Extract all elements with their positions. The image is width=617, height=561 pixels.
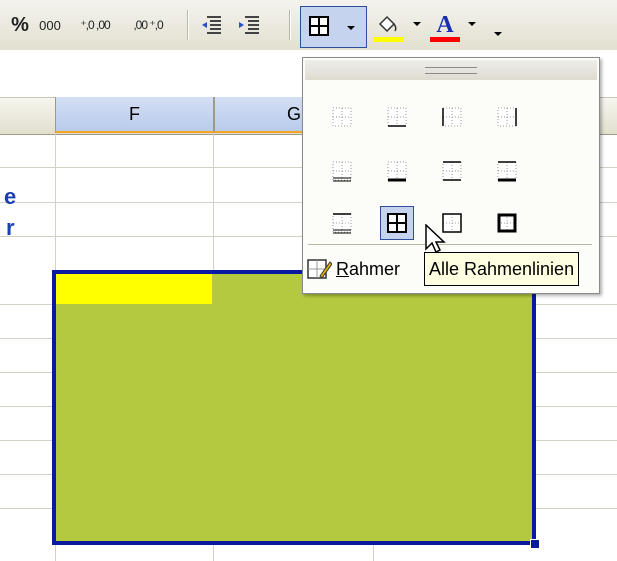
draw-borders-icon: [307, 259, 332, 279]
font-color-swatch: [430, 37, 460, 42]
thick-box-border-icon: [497, 213, 517, 233]
chevron-down-icon[interactable]: [468, 22, 476, 26]
toolbar-options-button[interactable]: [486, 11, 510, 39]
right-border-icon: [497, 107, 517, 127]
fill-color-button[interactable]: [371, 11, 405, 39]
mouse-cursor-icon: [425, 224, 446, 254]
borders-button[interactable]: [300, 6, 367, 48]
percent-style-button[interactable]: %: [8, 11, 32, 39]
top-thick-bottom-border-icon: [497, 161, 517, 182]
chevron-down-icon[interactable]: [347, 26, 355, 30]
border-option-no-border[interactable]: [325, 100, 359, 134]
formatting-toolbar: % 000 ⁺,0 ,00 ,00 ⁺,0 A: [0, 0, 617, 51]
border-option-all-borders[interactable]: [380, 206, 414, 240]
row-label-fragment: e: [4, 184, 17, 209]
toolbar-separator: [289, 10, 291, 40]
border-option-right-border[interactable]: [490, 100, 524, 134]
toolbar-separator: [187, 10, 189, 40]
border-option-top-thick-bottom-border[interactable]: [490, 154, 524, 188]
bottom-border-icon: [387, 107, 407, 127]
draw-borders-label: Rahmer: [336, 258, 401, 279]
highlighted-cell[interactable]: [56, 274, 212, 304]
comma-style-button[interactable]: 000: [33, 11, 67, 39]
increase-decimal-button[interactable]: ⁺,0 ,00: [80, 11, 110, 39]
top-bottom-border-icon: [442, 161, 462, 181]
grip-icon: [425, 67, 477, 74]
borders-icon: [309, 16, 329, 36]
draw-borders-item[interactable]: Rahmer: [306, 251, 400, 287]
thick-bottom-border-icon: [387, 161, 407, 182]
decrease-indent-button[interactable]: [197, 11, 225, 39]
border-option-top-double-bottom-border[interactable]: [325, 206, 359, 240]
toolbar-options-icon: [494, 32, 502, 36]
column-header-f[interactable]: F: [55, 97, 214, 133]
top-double-bottom-border-icon: [332, 213, 352, 234]
selected-range[interactable]: [52, 270, 536, 545]
no-border-icon: [332, 107, 352, 127]
row-label-fragment: r: [6, 215, 15, 240]
fill-handle[interactable]: [530, 539, 540, 549]
border-option-left-border[interactable]: [435, 100, 469, 134]
increase-indent-icon: [239, 16, 259, 34]
border-option-thick-box-border[interactable]: [490, 206, 524, 240]
chevron-down-icon[interactable]: [413, 22, 421, 26]
left-border-icon: [442, 107, 462, 127]
drag-handle[interactable]: [305, 60, 597, 80]
border-option-bottom-border[interactable]: [380, 100, 414, 134]
bottom-double-border-icon: [332, 161, 352, 182]
border-option-thick-bottom-border[interactable]: [380, 154, 414, 188]
all-borders-icon: [387, 213, 407, 233]
increase-indent-button[interactable]: [235, 11, 263, 39]
font-color-button[interactable]: A: [428, 11, 462, 39]
decrease-decimal-button[interactable]: ,00 ⁺,0: [133, 11, 163, 39]
fill-color-swatch: [373, 37, 403, 42]
decrease-indent-icon: [202, 16, 221, 34]
border-option-top-bottom-border[interactable]: [435, 154, 469, 188]
border-option-bottom-double-border[interactable]: [325, 154, 359, 188]
fill-color-icon: [378, 15, 397, 33]
